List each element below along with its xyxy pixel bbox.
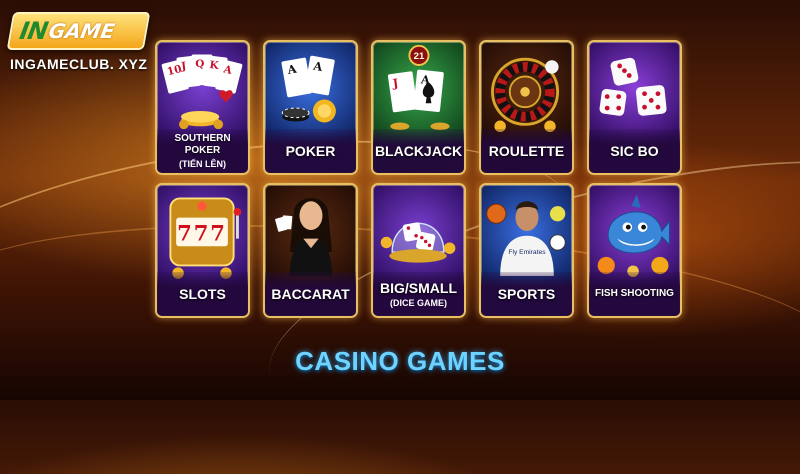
tile-footer: SLOTS bbox=[157, 272, 248, 316]
badge-21: 21 bbox=[414, 51, 425, 62]
game-label: SPORTS bbox=[497, 285, 556, 302]
game-tile-baccarat[interactable]: BACCARAT bbox=[263, 183, 358, 318]
brand-logo[interactable]: IN GAME INGAMECLUB. XYZ bbox=[6, 12, 151, 72]
logo-mark: IN GAME bbox=[6, 12, 151, 50]
game-sublabel: (TIẾN LÊN) bbox=[179, 159, 226, 169]
game-label: BIG/SMALL bbox=[380, 279, 457, 296]
tile-footer: ROULETTE bbox=[481, 129, 572, 173]
tile-footer: SPORTS bbox=[481, 272, 572, 316]
game-label: SOUTHERN POKER bbox=[174, 133, 231, 156]
logo-in: IN bbox=[17, 17, 50, 45]
game-tile-slots[interactable]: 777 SLOTS bbox=[155, 183, 250, 318]
logo-domain: INGAMECLUB. XYZ bbox=[10, 56, 148, 72]
game-tile-sports[interactable]: Fly Emirates SPORTS bbox=[479, 183, 574, 318]
section-title: CASINO GAMES bbox=[295, 346, 505, 376]
game-tile-big-small[interactable]: BIG/SMALL (DICE GAME) bbox=[371, 183, 466, 318]
game-label: FISH SHOOTING bbox=[595, 288, 674, 299]
game-tile-southern-poker[interactable]: 10 J Q K A SOUTHERN POKER (TIẾN LÊN) bbox=[155, 40, 250, 175]
game-label: BLACKJACK bbox=[374, 142, 463, 159]
game-label: POKER bbox=[285, 142, 336, 159]
game-tile-poker[interactable]: A A POKER bbox=[263, 40, 358, 175]
tile-footer: SIC BO bbox=[589, 129, 680, 173]
tile-footer: FISH SHOOTING bbox=[589, 272, 680, 316]
game-tile-blackjack[interactable]: 21 J A BLACKJACK bbox=[371, 40, 466, 175]
logo-game: GAME bbox=[46, 19, 117, 43]
game-label: SLOTS bbox=[179, 285, 226, 302]
game-tile-sic-bo[interactable]: SIC BO bbox=[587, 40, 682, 175]
game-grid: 10 J Q K A SOUTHERN POKER (TIẾN LÊN) A A bbox=[155, 40, 682, 318]
tile-footer: SOUTHERN POKER (TIẾN LÊN) bbox=[157, 129, 248, 173]
game-label: BACCARAT bbox=[271, 285, 350, 302]
game-tile-roulette[interactable]: ROULETTE bbox=[479, 40, 574, 175]
tile-footer: BIG/SMALL (DICE GAME) bbox=[373, 272, 464, 316]
game-sublabel: (DICE GAME) bbox=[390, 297, 447, 308]
slot-reels: 777 bbox=[177, 221, 227, 246]
shirt-sponsor: Fly Emirates bbox=[508, 249, 546, 256]
game-label: ROULETTE bbox=[488, 142, 565, 159]
tile-footer: BLACKJACK bbox=[373, 129, 464, 173]
heart-icon bbox=[219, 90, 233, 103]
tile-footer: BACCARAT bbox=[265, 272, 356, 316]
game-tile-fish-shooting[interactable]: FISH SHOOTING bbox=[587, 183, 682, 318]
game-label: SIC BO bbox=[610, 142, 659, 159]
card-q: Q bbox=[195, 58, 204, 70]
tile-footer: POKER bbox=[265, 129, 356, 173]
